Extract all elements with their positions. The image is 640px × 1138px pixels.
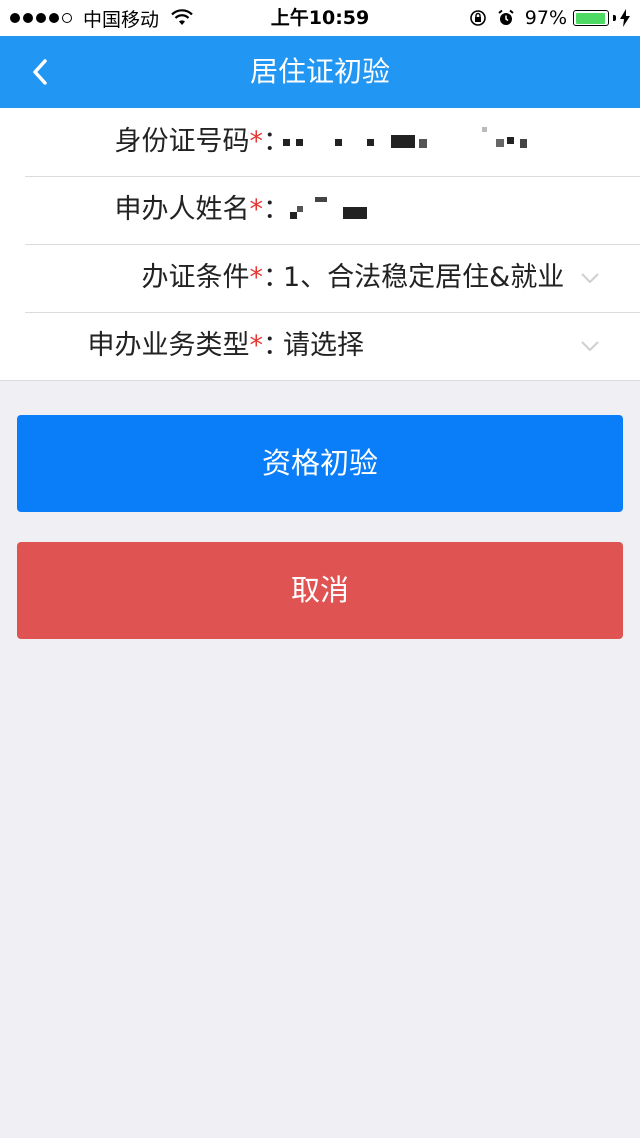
business-type-select[interactable]: 请选择 [283,312,364,380]
applicant-name-row[interactable]: 申办人姓名*： [25,176,640,245]
field-label: 申办业务类型 [87,330,250,361]
condition-label: 办证条件*： [142,244,291,312]
nav-bar: 居住证初验 [0,36,640,108]
business-type-label: 申办业务类型*： [88,312,291,380]
field-label: 办证条件 [141,262,250,293]
condition-row[interactable]: 办证条件*： 1、合法稳定居住&就业 [25,244,640,313]
condition-select[interactable]: 1、合法稳定居住&就业 [283,244,564,312]
battery-icon [573,10,609,26]
business-type-row[interactable]: 申办业务类型*： 请选择 [25,312,640,380]
chevron-down-icon [581,273,599,284]
status-bar-right: 97% [469,0,630,36]
charging-bolt-icon [620,9,630,27]
id-number-label: 身份证号码*： [115,108,291,176]
id-number-row[interactable]: 身份证号码*： [25,108,640,177]
applicant-name-label: 申办人姓名*： [115,176,291,244]
battery-percent: 97% [524,7,567,29]
id-number-field[interactable] [283,108,563,176]
qualification-check-button[interactable]: 资格初验 [17,415,623,512]
cancel-button[interactable]: 取消 [17,542,623,639]
chevron-down-icon [581,341,599,352]
applicant-name-field[interactable] [283,176,483,244]
field-label: 申办人姓名 [114,194,250,225]
status-bar: 中国移动 上午10:59 97% [0,0,640,36]
page-title: 居住证初验 [249,55,390,88]
orientation-lock-icon [469,10,486,26]
field-label: 身份证号码 [114,126,250,157]
required-mark: * [249,126,264,157]
required-mark: * [249,330,264,361]
application-form: 身份证号码*： 申办人姓名*： 办证条件*： 1、合法稳定居住&就业 申办业务类… [0,108,640,381]
alarm-icon [498,9,514,25]
required-mark: * [249,262,264,293]
battery-tip [613,15,616,21]
required-mark: * [249,194,264,225]
